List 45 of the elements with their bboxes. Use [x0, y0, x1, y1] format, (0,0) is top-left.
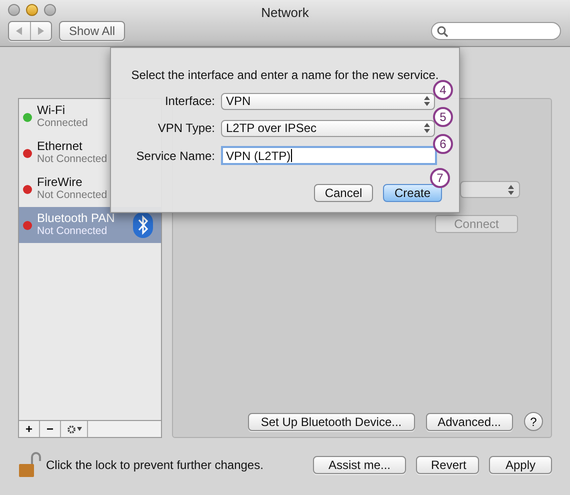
service-name: Wi-Fi	[37, 104, 66, 117]
footer-button[interactable]: Assist me...	[313, 456, 406, 474]
callout-number: 6	[433, 134, 453, 154]
service-name: Bluetooth PAN	[37, 212, 115, 225]
popup-menu[interactable]: VPN	[221, 92, 435, 110]
stepper-icon	[424, 96, 430, 106]
stepper-icon	[508, 184, 514, 194]
field-label: Interface:	[164, 93, 216, 110]
popup-menu[interactable]: L2TP over IPSec	[221, 120, 435, 136]
sheet-button[interactable]: Cancel	[314, 184, 373, 202]
callout-number: 7	[430, 168, 450, 188]
service-status: Not Connected	[37, 225, 108, 238]
open-padlock-icon	[18, 452, 42, 478]
help-button[interactable]: ?	[524, 412, 543, 431]
search-icon	[437, 26, 448, 36]
window-title: Network	[260, 4, 310, 22]
footer-button[interactable]: Apply	[489, 456, 552, 474]
back-forward-buttons[interactable]	[8, 21, 52, 41]
bluetooth-icon	[133, 212, 153, 238]
setup-bluetooth-button[interactable]: Set Up Bluetooth Device...	[248, 412, 415, 430]
caret-icon	[76, 427, 82, 431]
footer-button[interactable]: Revert	[416, 456, 479, 474]
add-button[interactable]: +	[19, 421, 40, 437]
close-button[interactable]	[8, 4, 20, 16]
gear-icon	[66, 424, 76, 434]
service-name-field[interactable]: VPN (L2TP)	[221, 146, 437, 165]
device-popup[interactable]	[460, 181, 520, 198]
service-name: Ethernet	[37, 140, 84, 153]
field-label: VPN Type:	[156, 120, 216, 137]
sheet-button[interactable]: Create	[383, 184, 442, 202]
advanced-button[interactable]: Advanced...	[426, 412, 513, 430]
service-status: Not Connected	[37, 189, 108, 202]
service-status: Not Connected	[37, 153, 108, 166]
remove-button[interactable]: −	[40, 421, 61, 437]
callout-number: 5	[433, 107, 453, 127]
show-all-button[interactable]: Show All	[59, 21, 126, 41]
field-label: Service Name:	[135, 148, 216, 164]
zoom-button[interactable]	[44, 4, 56, 16]
callout-number: 4	[433, 80, 453, 100]
service-name: FireWire	[37, 176, 84, 189]
search-field[interactable]	[431, 22, 561, 40]
minimize-button[interactable]	[26, 4, 38, 16]
lock-message: Click the lock to prevent further changes.	[46, 457, 264, 474]
stepper-icon	[424, 123, 430, 133]
service-status: Connected	[37, 117, 88, 130]
